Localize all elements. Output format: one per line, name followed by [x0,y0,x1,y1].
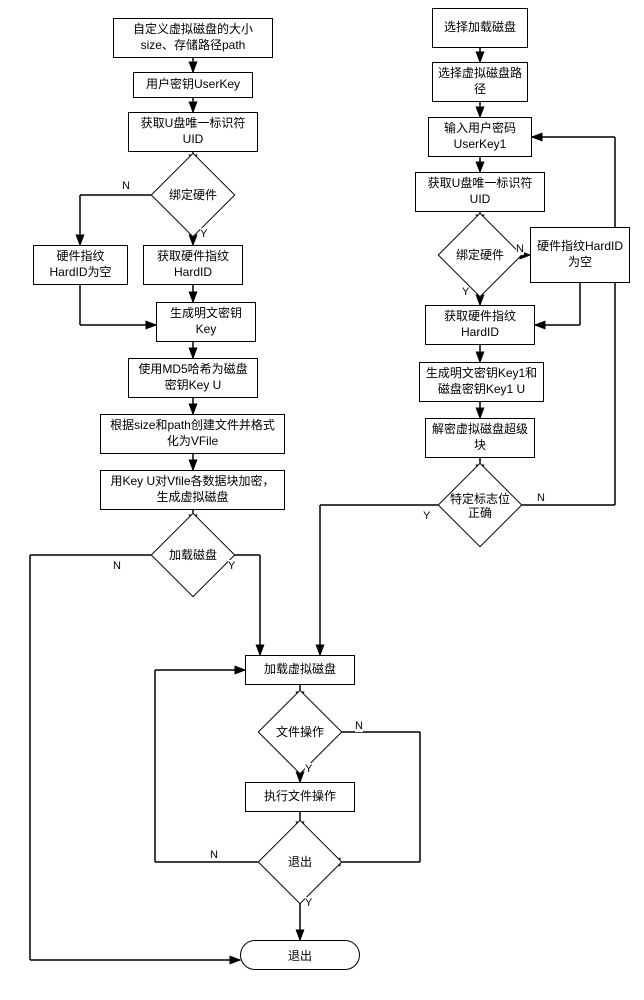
box-right-gen-key1: 生成明文密钥Key1和磁盘密钥Key1 U [419,362,544,402]
box-left-encrypt: 用Key U对Vfile各数据块加密，生成虚拟磁盘 [100,470,285,510]
diamond-left-load-disk [151,513,236,598]
box-right-input-userkey1: 输入用户密码UserKey1 [428,117,532,157]
text: 用户密钥UserKey [146,77,240,93]
edge-y-right-d2: Y [423,510,430,522]
text: 加载虚拟磁盘 [264,662,336,678]
edge-n-right-d2: N [537,492,545,504]
edge-y-left-d2: Y [228,560,235,572]
edge-n-left-d2: N [113,560,121,572]
text: 选择加载磁盘 [444,20,516,36]
edge-n-fileop: N [355,720,363,732]
text: 根据size和path创建文件并格式化为VFile [106,418,279,449]
edge-y-exit: Y [305,897,312,909]
text: 硬件指纹HardID为空 [39,249,122,280]
edge-y-right-d1: Y [462,286,469,298]
diamond-right-bind-hw [438,213,523,298]
text: 硬件指纹HardID为空 [536,239,624,270]
box-right-get-hardid: 获取硬件指纹HardID [425,305,535,345]
edge-y-left-d1: Y [200,228,207,240]
box-right-hardid-empty: 硬件指纹HardID为空 [530,227,630,283]
text: 获取U盘唯一标识符UID [421,176,539,207]
text: 获取U盘唯一标识符UID [134,116,252,147]
box-right-select-load: 选择加载磁盘 [432,8,528,48]
edge-y-fileop: Y [305,763,312,775]
text: 生成明文密钥Key [162,306,250,337]
box-right-decrypt-super: 解密虚拟磁盘超级块 [425,418,535,458]
terminator-exit: 退出 [240,940,360,970]
box-left-create-vfile: 根据size和path创建文件并格式化为VFile [100,414,285,454]
text: 解密虚拟磁盘超级块 [431,422,529,453]
text: 输入用户密码UserKey1 [434,121,526,152]
edge-n-exit: N [210,849,218,861]
box-right-get-uid: 获取U盘唯一标识符UID [415,172,545,212]
box-load-virtual-disk: 加载虚拟磁盘 [245,655,355,685]
box-left-define-size-path: 自定义虚拟磁盘的大小size、存储路径path [113,18,273,58]
box-left-hardid-empty: 硬件指纹HardID为空 [33,245,128,285]
box-left-md5: 使用MD5哈希为磁盘密钥Key U [128,358,258,398]
box-right-select-path: 选择虚拟磁盘路径 [432,62,528,102]
diamond-file-op [258,690,343,775]
edge-n-left-d1: N [122,180,130,192]
text: 获取硬件指纹HardID [431,309,529,340]
text: 选择虚拟磁盘路径 [438,66,522,97]
text: 执行文件操作 [264,789,336,805]
text: 自定义虚拟磁盘的大小size、存储路径path [119,22,267,53]
diamond-right-flag-ok [438,463,523,548]
box-exec-file-op: 执行文件操作 [245,782,355,812]
edge-n-right-d1: N [516,243,524,255]
text: 生成明文密钥Key1和磁盘密钥Key1 U [425,366,538,397]
text: 使用MD5哈希为磁盘密钥Key U [134,362,252,393]
box-left-gen-key: 生成明文密钥Key [156,302,256,342]
box-left-userkey: 用户密钥UserKey [133,72,253,98]
text: 用Key U对Vfile各数据块加密，生成虚拟磁盘 [106,474,279,505]
text: 获取硬件指纹HardID [149,249,237,280]
diamond-left-bind-hw [151,153,236,238]
box-left-get-uid: 获取U盘唯一标识符UID [128,112,258,152]
diamond-exit [258,820,343,905]
text: 退出 [288,947,312,964]
box-left-get-hardid: 获取硬件指纹HardID [143,245,243,285]
